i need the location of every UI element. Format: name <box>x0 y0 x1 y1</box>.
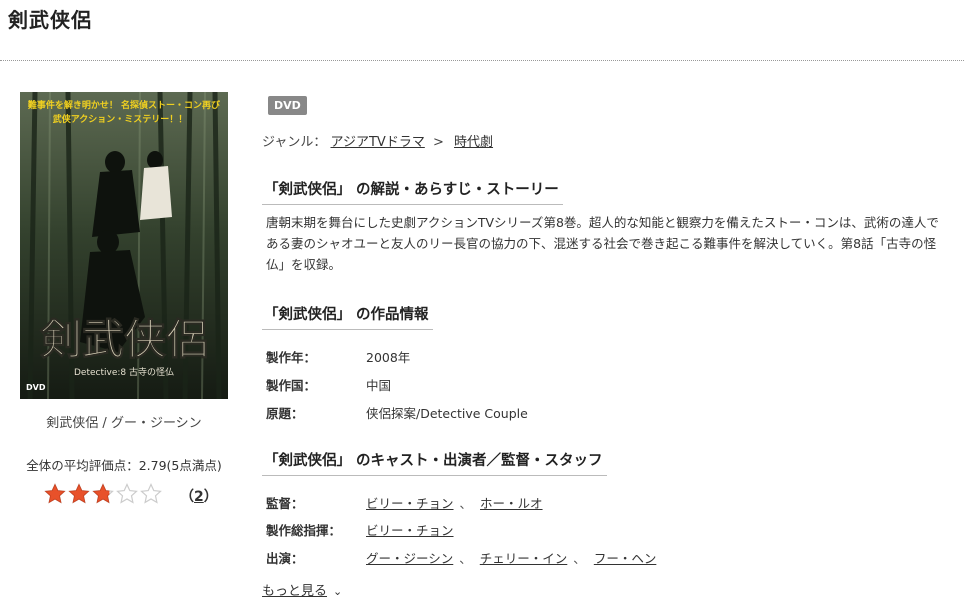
original-title-value: 侠侶探案/Detective Couple <box>366 406 528 421</box>
year-value: 2008年 <box>366 350 411 365</box>
synopsis-text: 唐朝末期を舞台にした史劇アクションTVシリーズ第8巻。超人的な知能と観察力を備え… <box>266 215 939 272</box>
review-count-close: ） <box>203 489 218 505</box>
page-title: 剣武侠侶 <box>8 8 92 32</box>
average-rating-text: 全体の平均評価点：2.79(5点満点) <box>26 458 222 473</box>
genre-child-link[interactable]: 時代劇 <box>454 135 493 150</box>
comma-separator: 、 <box>459 496 473 511</box>
year-label: 製作年： <box>266 350 317 365</box>
cover-subtitle: Detective:8 古寺の怪仏 <box>74 366 174 378</box>
chevron-down-icon: ⌄ <box>333 585 343 598</box>
show-more-label: もっと見る <box>262 584 328 599</box>
director-list: ビリー・チョン、ホー・ルオ <box>366 493 543 512</box>
star-icon <box>116 483 138 504</box>
synopsis-heading: 「剣武侠侶」 の解説・あらすじ・ストーリー <box>262 178 563 205</box>
genre-label: ジャンル： <box>262 135 327 150</box>
cast-label: 出演： <box>266 551 304 566</box>
director-link[interactable]: ビリー・チョン <box>366 496 454 511</box>
cast-heading: 「剣武侠侶」 のキャスト・出演者／監督・スタッフ <box>262 449 607 476</box>
genre-separator: > <box>432 135 444 150</box>
cover-dvd-mark: DVD <box>26 383 46 392</box>
info-heading: 「剣武侠侶」 の作品情報 <box>262 303 433 330</box>
header-divider <box>0 60 964 61</box>
supervisor-label: 製作総指揮： <box>266 523 342 538</box>
cast-link[interactable]: フー・ヘン <box>594 551 657 566</box>
cover-logo: 剣武侠侶 <box>39 315 208 364</box>
cast-link[interactable]: チェリー・イン <box>480 551 568 566</box>
star-icon <box>68 483 90 504</box>
star-icon <box>140 483 162 504</box>
show-more-link[interactable]: もっと見る ⌄ <box>262 580 342 599</box>
cover-caption: 剣武侠侶 / グー・ジーシン <box>46 416 202 431</box>
genre-breadcrumb: ジャンル： アジアTVドラマ > 時代劇 <box>262 131 493 150</box>
original-title-label: 原題： <box>266 406 304 421</box>
review-count-open: （ <box>180 489 194 505</box>
cover-tagline-1: 難事件を解き明かせ！ 名探偵ストー・コン再び <box>28 99 221 111</box>
review-count: （2） <box>180 486 218 506</box>
genre-parent-link[interactable]: アジアTVドラマ <box>331 135 425 150</box>
format-badge: DVD <box>268 96 307 115</box>
comma-separator: 、 <box>459 551 472 566</box>
product-cover-image[interactable]: 剣武侠侶 Detective:8 古寺の怪仏 難事件を解き明かせ！ 名探偵ストー… <box>20 92 228 399</box>
comma-separator: 、 <box>573 551 586 566</box>
director-link[interactable]: ホー・ルオ <box>480 496 543 511</box>
country-label: 製作国： <box>266 378 317 393</box>
cast-link[interactable]: グー・ジーシン <box>366 551 453 566</box>
star-icon <box>92 483 114 504</box>
review-count-link[interactable]: 2 <box>194 489 204 505</box>
director-label: 監督： <box>266 496 304 511</box>
cast-list: グー・ジーシン、チェリー・イン、フー・ヘン <box>366 548 656 567</box>
star-icon <box>44 483 66 504</box>
supervisor-list: ビリー・チョン <box>366 520 454 539</box>
country-value: 中国 <box>366 378 392 393</box>
supervisor-link[interactable]: ビリー・チョン <box>366 523 454 538</box>
cover-tagline-2: 武侠アクション・ミステリー！！ <box>53 113 188 125</box>
rating-stars <box>44 483 164 505</box>
